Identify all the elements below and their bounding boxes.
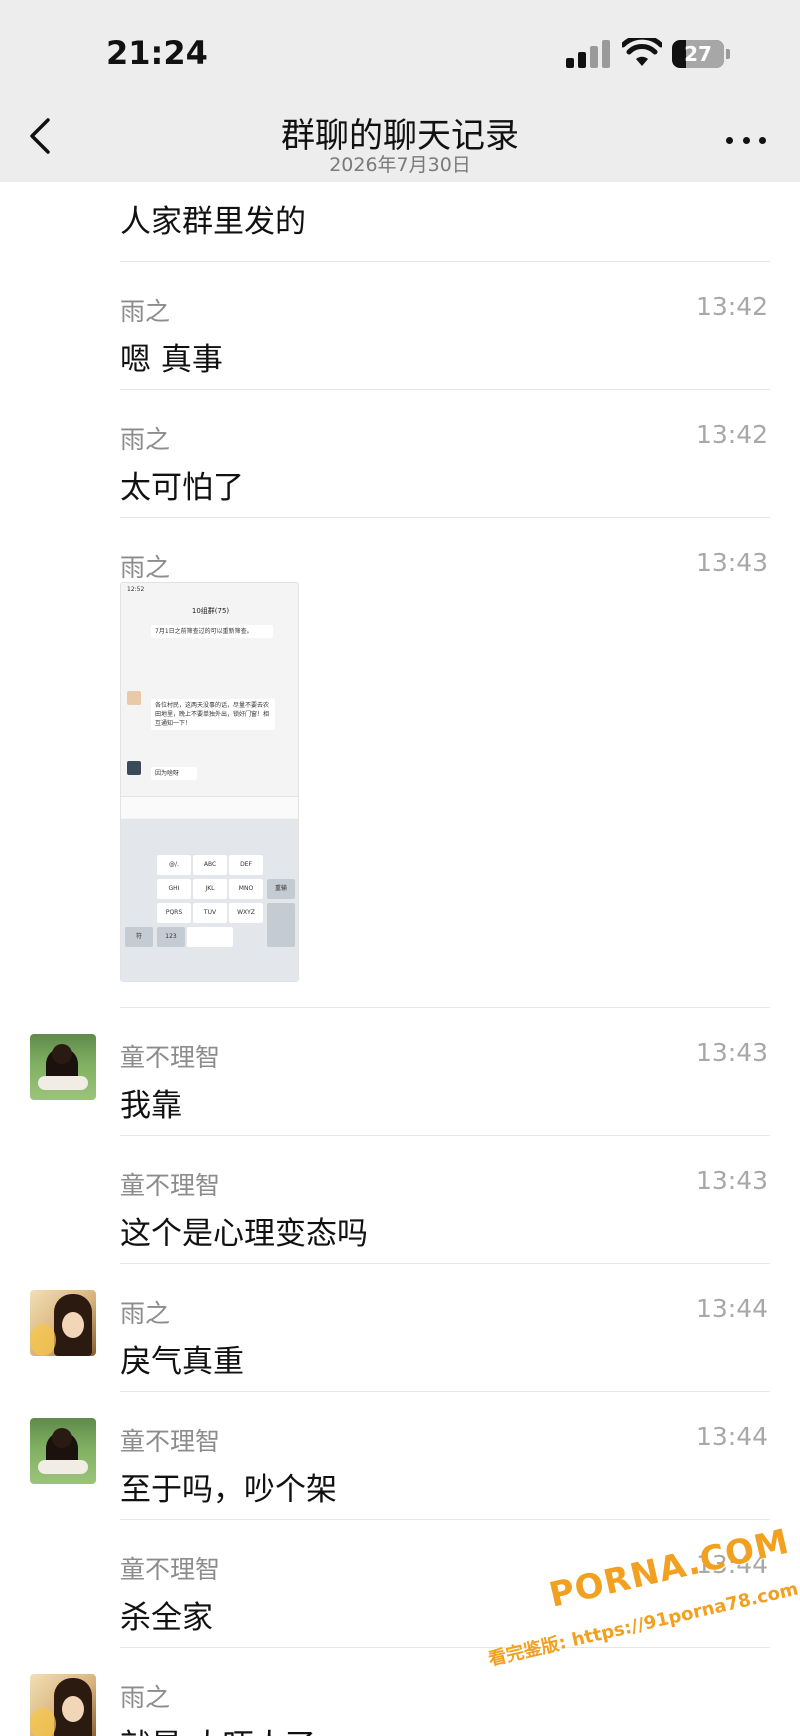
battery-cap [726,49,730,59]
message-item[interactable]: 人家群里发的 [0,182,800,262]
status-time: 21:24 [106,34,208,72]
thumbnail-input-row [121,796,298,818]
image-message-thumbnail[interactable]: 12:52 10组群(75) 7月1日之前筛查过的可以重新筛查。 各位村民，这两… [120,582,299,982]
avatar[interactable] [30,1034,96,1100]
thumbnail-key: ABC [193,855,227,875]
sender-name: 童不理智 [120,1171,221,1200]
thumbnail-key: PQRS [157,903,191,923]
message-text: 杀全家 [120,1600,213,1636]
message-text: 这个是心理变态吗 [120,1216,368,1252]
message-time: 13:42 [695,292,768,321]
sender-name: 雨之 [120,1299,171,1328]
thumbnail-key-space [187,927,233,947]
message-text: 太可怕了 [120,470,244,506]
message-text: 至于吗，吵个架 [120,1472,337,1508]
battery-indicator: 27 [672,40,724,68]
sender-name: 雨之 [120,425,171,454]
thumbnail-avatar [127,761,141,775]
thumbnail-key: JKL [193,879,227,899]
avatar[interactable] [30,1418,96,1484]
avatar[interactable] [30,1674,96,1736]
battery-level: 27 [684,42,712,66]
thumbnail-key: 符 [125,927,153,947]
message-text: 就是 太吓人了 [120,1720,316,1736]
more-dot-icon [759,136,766,144]
sender-name: 童不理智 [120,1043,221,1072]
thumbnail-key: GHI [157,879,191,899]
message-time: 13:42 [695,420,768,449]
thumbnail-key: DEF [229,855,263,875]
sender-name: 雨之 [120,297,171,326]
thumbnail-bubble: 各位村民，这两天没事的话，尽量不要去农田地里，晚上不要单独外出，锁好门窗！相互通… [151,699,275,730]
thumbnail-bubble: 因为啥呀 [151,767,197,780]
message-item[interactable]: 童不理智 13:43 我靠 [0,1008,800,1136]
message-time: 13:44 [695,1422,768,1451]
sender-name: 童不理智 [120,1555,221,1584]
message-item[interactable]: 童不理智 13:43 这个是心理变态吗 [0,1136,800,1264]
message-item[interactable]: 雨之 13:42 嗯 真事 [0,262,800,390]
cellular-signal-icon [566,40,612,68]
message-time: 13:44 [695,1294,768,1323]
avatar[interactable] [30,1290,96,1356]
page-subtitle-date: 2026年7月30日 [329,154,471,176]
sender-name: 童不理智 [120,1427,221,1456]
message-text: 嗯 真事 [120,342,223,378]
sender-name: 雨之 [120,553,171,582]
thumbnail-key-enter [267,903,295,947]
thumbnail-key: TUV [193,903,227,923]
thumbnail-key: @/. [157,855,191,875]
thumbnail-key: 123 [157,927,185,947]
more-dot-icon [742,136,750,144]
chat-record-list[interactable]: 人家群里发的 雨之 13:42 嗯 真事 雨之 13:42 太可怕了 雨之 13… [0,182,800,1736]
more-dot-icon [726,136,733,144]
message-item[interactable]: 雨之 13:42 太可怕了 [0,390,800,518]
thumbnail-avatar [127,691,141,705]
message-item[interactable]: 雨之 13:44 戾气真重 [0,1264,800,1392]
wifi-icon [622,38,662,66]
thumbnail-status-time: 12:52 [127,586,145,593]
message-text: 我靠 [120,1088,182,1124]
message-text: 戾气真重 [120,1344,244,1380]
thumbnail-group-title: 10组群(75) [191,607,230,615]
thumbnail-key: WXYZ [229,903,263,923]
message-time: 13:43 [695,1038,768,1067]
message-text: 人家群里发的 [120,204,306,240]
message-item[interactable]: 童不理智 13:44 至于吗，吵个架 [0,1392,800,1520]
thumbnail-key: MNO [229,879,263,899]
more-options-button[interactable] [726,126,766,154]
thumbnail-keyboard: @/. ABC DEF GHI JKL MNO PQRS TUV WXYZ 重输… [121,819,298,981]
sender-name: 雨之 [120,1683,171,1712]
message-time: 13:43 [695,1166,768,1195]
message-time: 13:43 [695,548,768,577]
top-bar: 21:24 27 群聊的聊天记录 2026年7月30日 [0,0,800,182]
thumbnail-key: 重输 [267,879,295,899]
thumbnail-bubble: 7月1日之前筛查过的可以重新筛查。 [151,625,273,638]
